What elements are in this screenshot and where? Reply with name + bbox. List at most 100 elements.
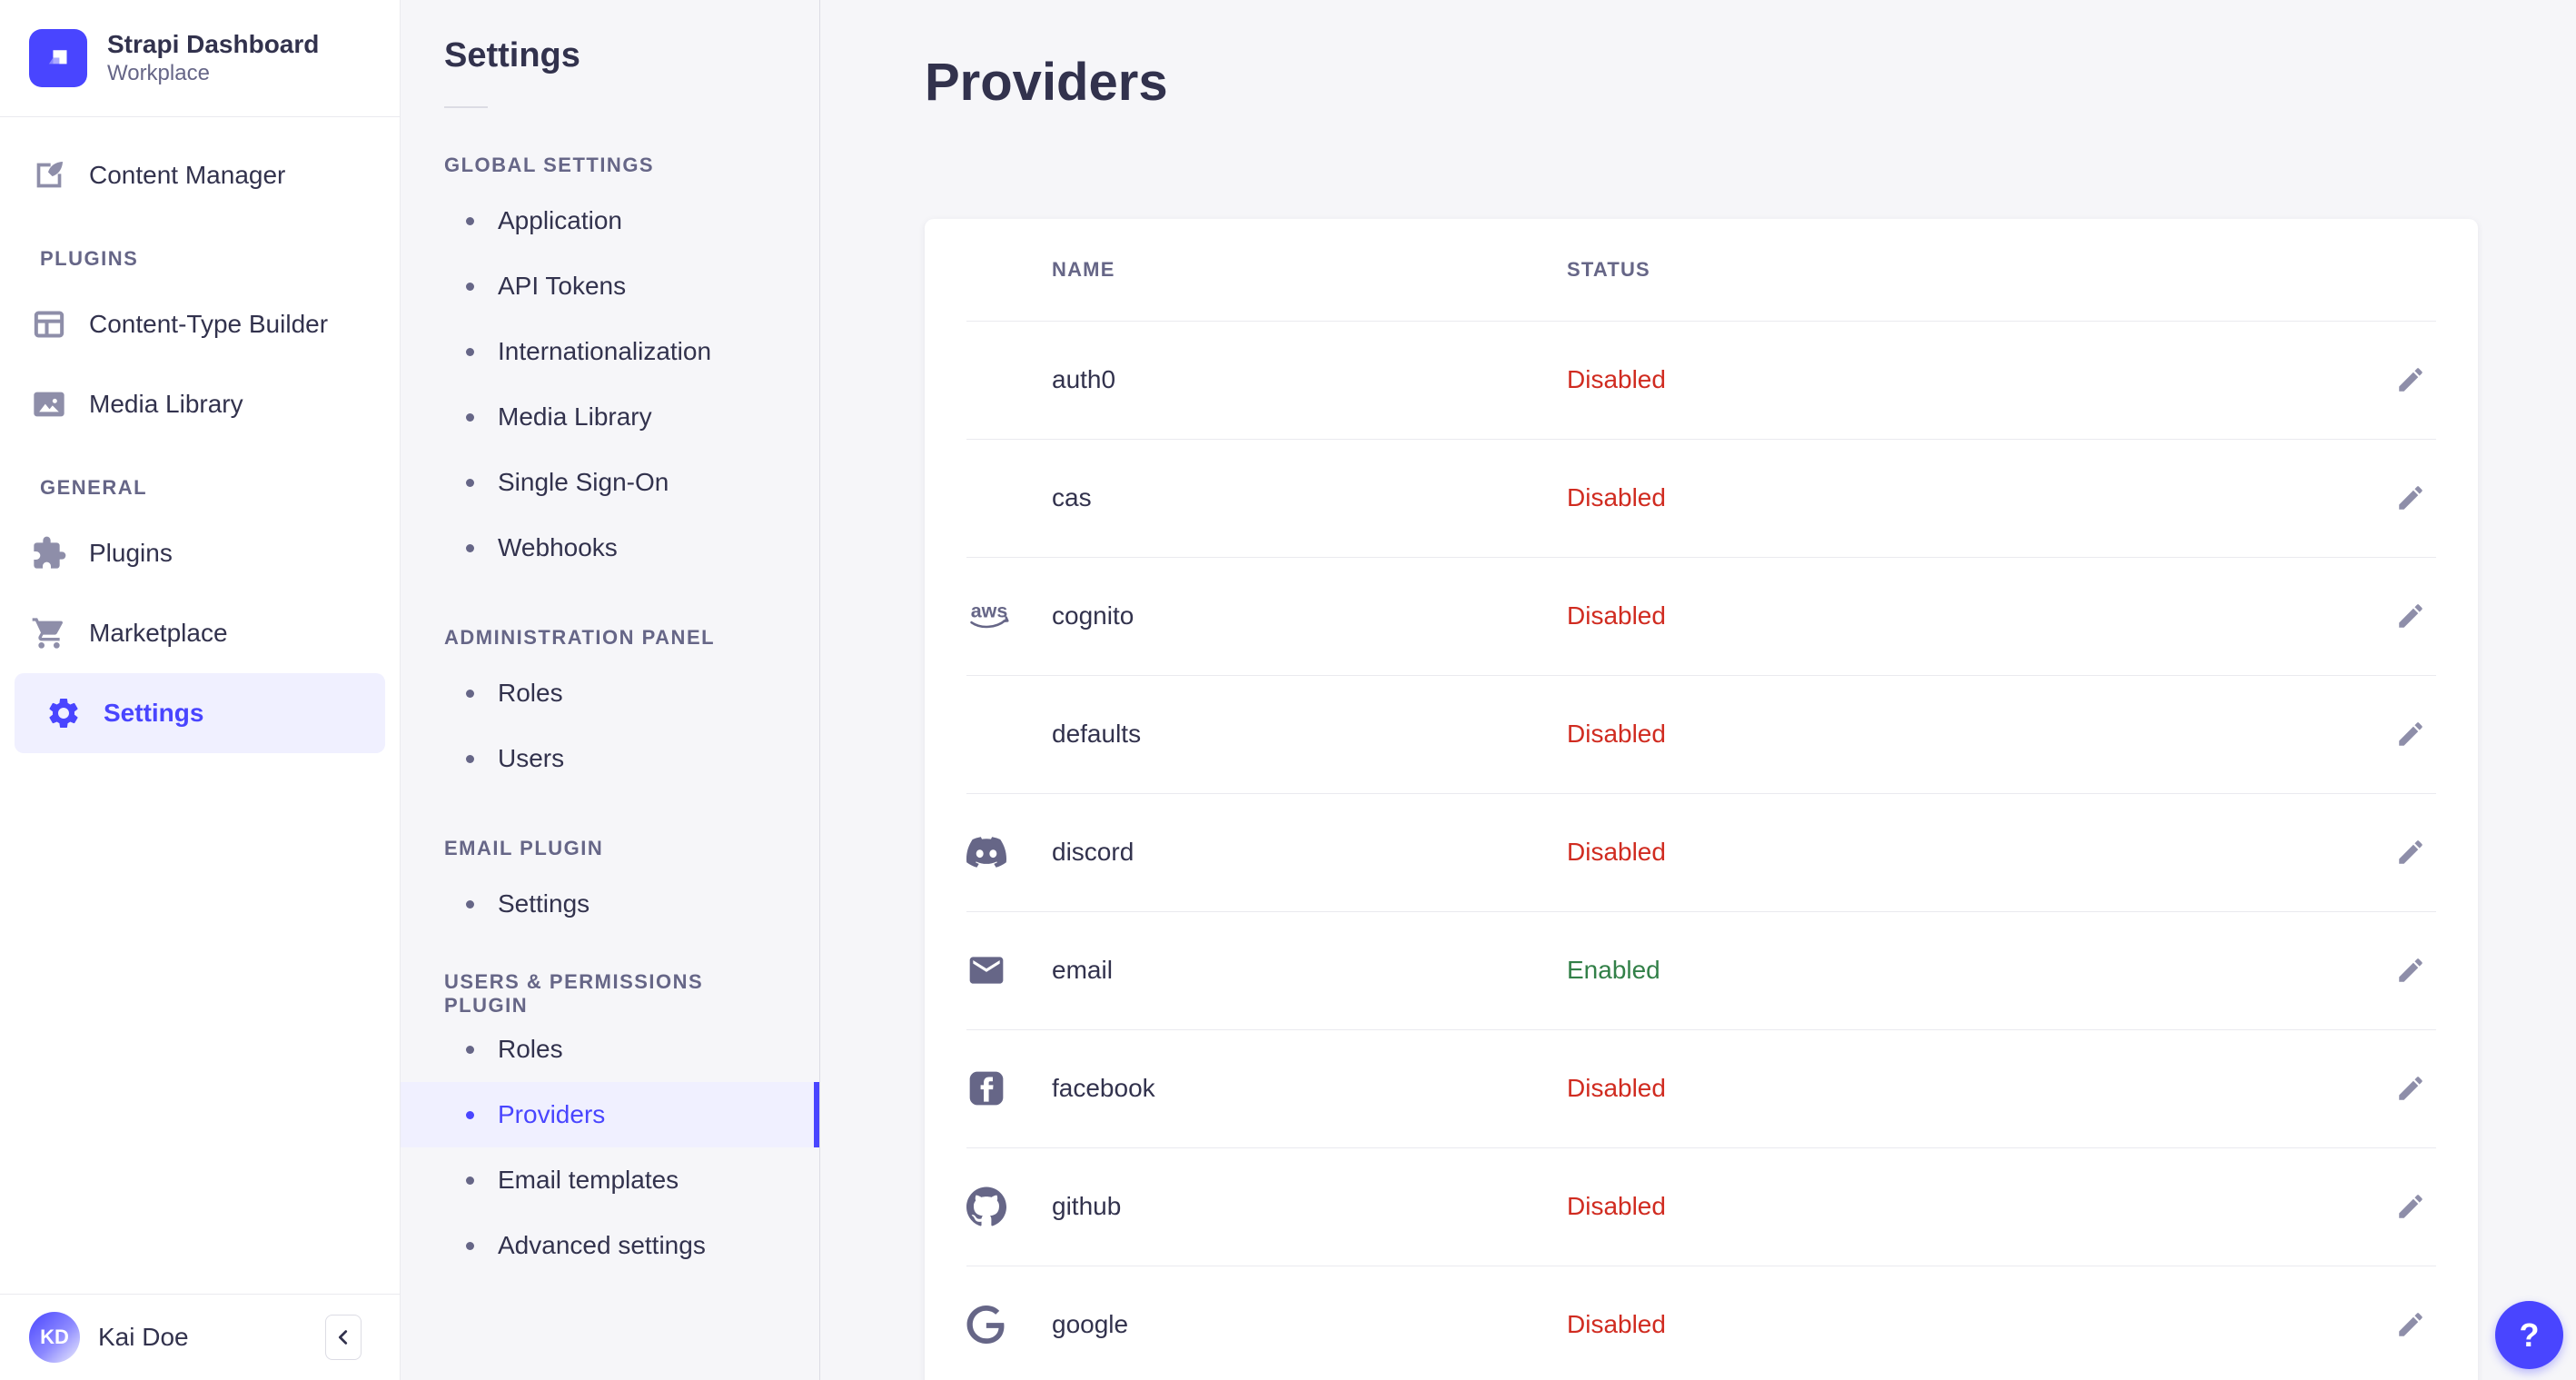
envelope-icon: [966, 950, 1052, 990]
subnav-section-header: ADMINISTRATION PANEL: [444, 626, 716, 649]
sidebar-item-label: Content-Type Builder: [89, 310, 329, 338]
subnav-item-email-settings[interactable]: Settings: [401, 871, 819, 937]
question-mark-icon: ?: [2519, 1315, 2540, 1354]
subnav-section-header: EMAIL PLUGIN: [444, 837, 604, 859]
subnav-item-label: Providers: [498, 1100, 606, 1128]
table-row-defaults[interactable]: defaults Disabled: [966, 674, 2436, 793]
subnav-item-advanced-settings[interactable]: Advanced settings: [401, 1213, 819, 1278]
strapi-logo-icon: [29, 29, 87, 87]
google-icon: [966, 1306, 1052, 1345]
bullet-icon: [466, 1110, 474, 1119]
bullet-icon: [466, 1176, 474, 1185]
table-row-discord[interactable]: discord Disabled: [966, 792, 2436, 911]
bullet-icon: [466, 412, 474, 422]
strapi-admin-app: Strapi Dashboard Workplace Content Manag…: [0, 0, 2576, 1380]
subnav-item-label: API Tokens: [498, 272, 627, 300]
subnav-section-global-settings: GLOBAL SETTINGS Application API Tokens I…: [401, 154, 819, 581]
subnav-item-application[interactable]: Application: [401, 188, 819, 253]
workspace-switcher[interactable]: Strapi Dashboard Workplace: [0, 0, 400, 116]
sidebar-item-settings[interactable]: Settings: [15, 673, 385, 753]
subnav-item-label: Roles: [498, 679, 563, 707]
column-header-name: NAME: [1052, 257, 1115, 281]
bullet-icon: [466, 478, 474, 487]
subnav-section-header: GLOBAL SETTINGS: [444, 154, 655, 176]
subnav-item-single-sign-on[interactable]: Single Sign-On: [401, 450, 819, 515]
provider-name: cognito: [1052, 601, 1134, 630]
sidebar-item-marketplace[interactable]: Marketplace: [0, 593, 400, 673]
sidebar-section-general: GENERAL: [40, 476, 148, 499]
sidebar-item-media-library[interactable]: Media Library: [0, 364, 400, 444]
chevron-left-icon: [333, 1327, 353, 1347]
subnav-divider: [444, 106, 488, 108]
pencil-icon: [2399, 368, 2422, 392]
subnav-item-label: Internationalization: [498, 337, 712, 365]
collapse-sidebar-button[interactable]: [325, 1315, 362, 1360]
subnav-item-admin-users[interactable]: Users: [401, 726, 819, 791]
table-row-github[interactable]: github Disabled: [966, 1147, 2436, 1266]
subnav-item-webhooks[interactable]: Webhooks: [401, 515, 819, 581]
sidebar-item-content-manager[interactable]: Content Manager: [0, 135, 400, 215]
table-row-facebook[interactable]: facebook Disabled: [966, 1028, 2436, 1147]
main-sidebar: Strapi Dashboard Workplace Content Manag…: [0, 0, 401, 1380]
sidebar-nav: Content Manager PLUGINS Content-Type Bui…: [0, 117, 400, 753]
subnav-item-up-roles[interactable]: Roles: [401, 1017, 819, 1082]
subnav-item-media-library[interactable]: Media Library: [401, 384, 819, 450]
edit-provider-button[interactable]: [2385, 827, 2436, 878]
bullet-icon: [466, 1045, 474, 1054]
provider-status: Disabled: [1567, 720, 1666, 749]
settings-subnav: Settings GLOBAL SETTINGS Application API…: [401, 0, 820, 1380]
bullet-icon: [466, 347, 474, 356]
subnav-item-label: Media Library: [498, 402, 652, 431]
picture-icon: [29, 384, 69, 424]
table-row-email[interactable]: email Enabled: [966, 910, 2436, 1029]
provider-status: Enabled: [1567, 956, 1660, 985]
subnav-item-internationalization[interactable]: Internationalization: [401, 319, 819, 384]
user-menu[interactable]: KD Kai Doe: [29, 1312, 189, 1363]
subnav-title: Settings: [444, 36, 580, 74]
subnav-item-label: Users: [498, 744, 565, 772]
provider-status: Disabled: [1567, 601, 1666, 630]
table-row-cognito[interactable]: aws cognito Disabled: [966, 556, 2436, 675]
edit-provider-button[interactable]: [2385, 472, 2436, 523]
pencil-icon: [2399, 722, 2422, 746]
subnav-item-label: Application: [498, 206, 622, 234]
edit-provider-button[interactable]: [2385, 1181, 2436, 1232]
pen-feather-icon: [29, 155, 69, 195]
provider-status: Disabled: [1567, 838, 1666, 867]
pencil-icon: [2399, 486, 2422, 510]
user-name: Kai Doe: [98, 1323, 189, 1351]
sidebar-item-label: Content Manager: [89, 161, 286, 189]
provider-status: Disabled: [1567, 483, 1666, 512]
subnav-item-providers[interactable]: Providers: [401, 1082, 819, 1147]
subnav-item-admin-roles[interactable]: Roles: [401, 660, 819, 726]
provider-name: email: [1052, 956, 1113, 985]
provider-status: Disabled: [1567, 1192, 1666, 1221]
sidebar-item-plugins[interactable]: Plugins: [0, 513, 400, 593]
sidebar-footer: KD Kai Doe: [0, 1294, 400, 1380]
sidebar-item-label: Media Library: [89, 390, 243, 418]
edit-provider-button[interactable]: [2385, 945, 2436, 996]
edit-provider-button[interactable]: [2385, 709, 2436, 759]
table-row-auth0[interactable]: auth0 Disabled: [966, 320, 2436, 439]
sidebar-item-content-type-builder[interactable]: Content-Type Builder: [0, 284, 400, 364]
subnav-item-api-tokens[interactable]: API Tokens: [401, 253, 819, 319]
subnav-item-label: Email templates: [498, 1166, 679, 1194]
table-row-cas[interactable]: cas Disabled: [966, 438, 2436, 557]
provider-name: discord: [1052, 838, 1134, 867]
subnav-item-label: Roles: [498, 1035, 563, 1063]
edit-provider-button[interactable]: [2385, 591, 2436, 641]
edit-provider-button[interactable]: [2385, 354, 2436, 405]
facebook-icon: [966, 1068, 1052, 1108]
table-row-google[interactable]: google Disabled: [966, 1265, 2436, 1380]
provider-name: cas: [1052, 483, 1092, 512]
provider-name: defaults: [1052, 720, 1142, 749]
help-button[interactable]: ?: [2495, 1301, 2563, 1369]
pencil-icon: [2399, 840, 2422, 864]
subnav-item-email-templates[interactable]: Email templates: [401, 1147, 819, 1213]
edit-provider-button[interactable]: [2385, 1063, 2436, 1114]
layout-grid-icon: [29, 304, 69, 344]
provider-name: github: [1052, 1192, 1122, 1221]
provider-name: auth0: [1052, 365, 1116, 394]
edit-provider-button[interactable]: [2385, 1299, 2436, 1350]
subnav-section-header: USERS & PERMISSIONS PLUGIN: [444, 970, 704, 1017]
